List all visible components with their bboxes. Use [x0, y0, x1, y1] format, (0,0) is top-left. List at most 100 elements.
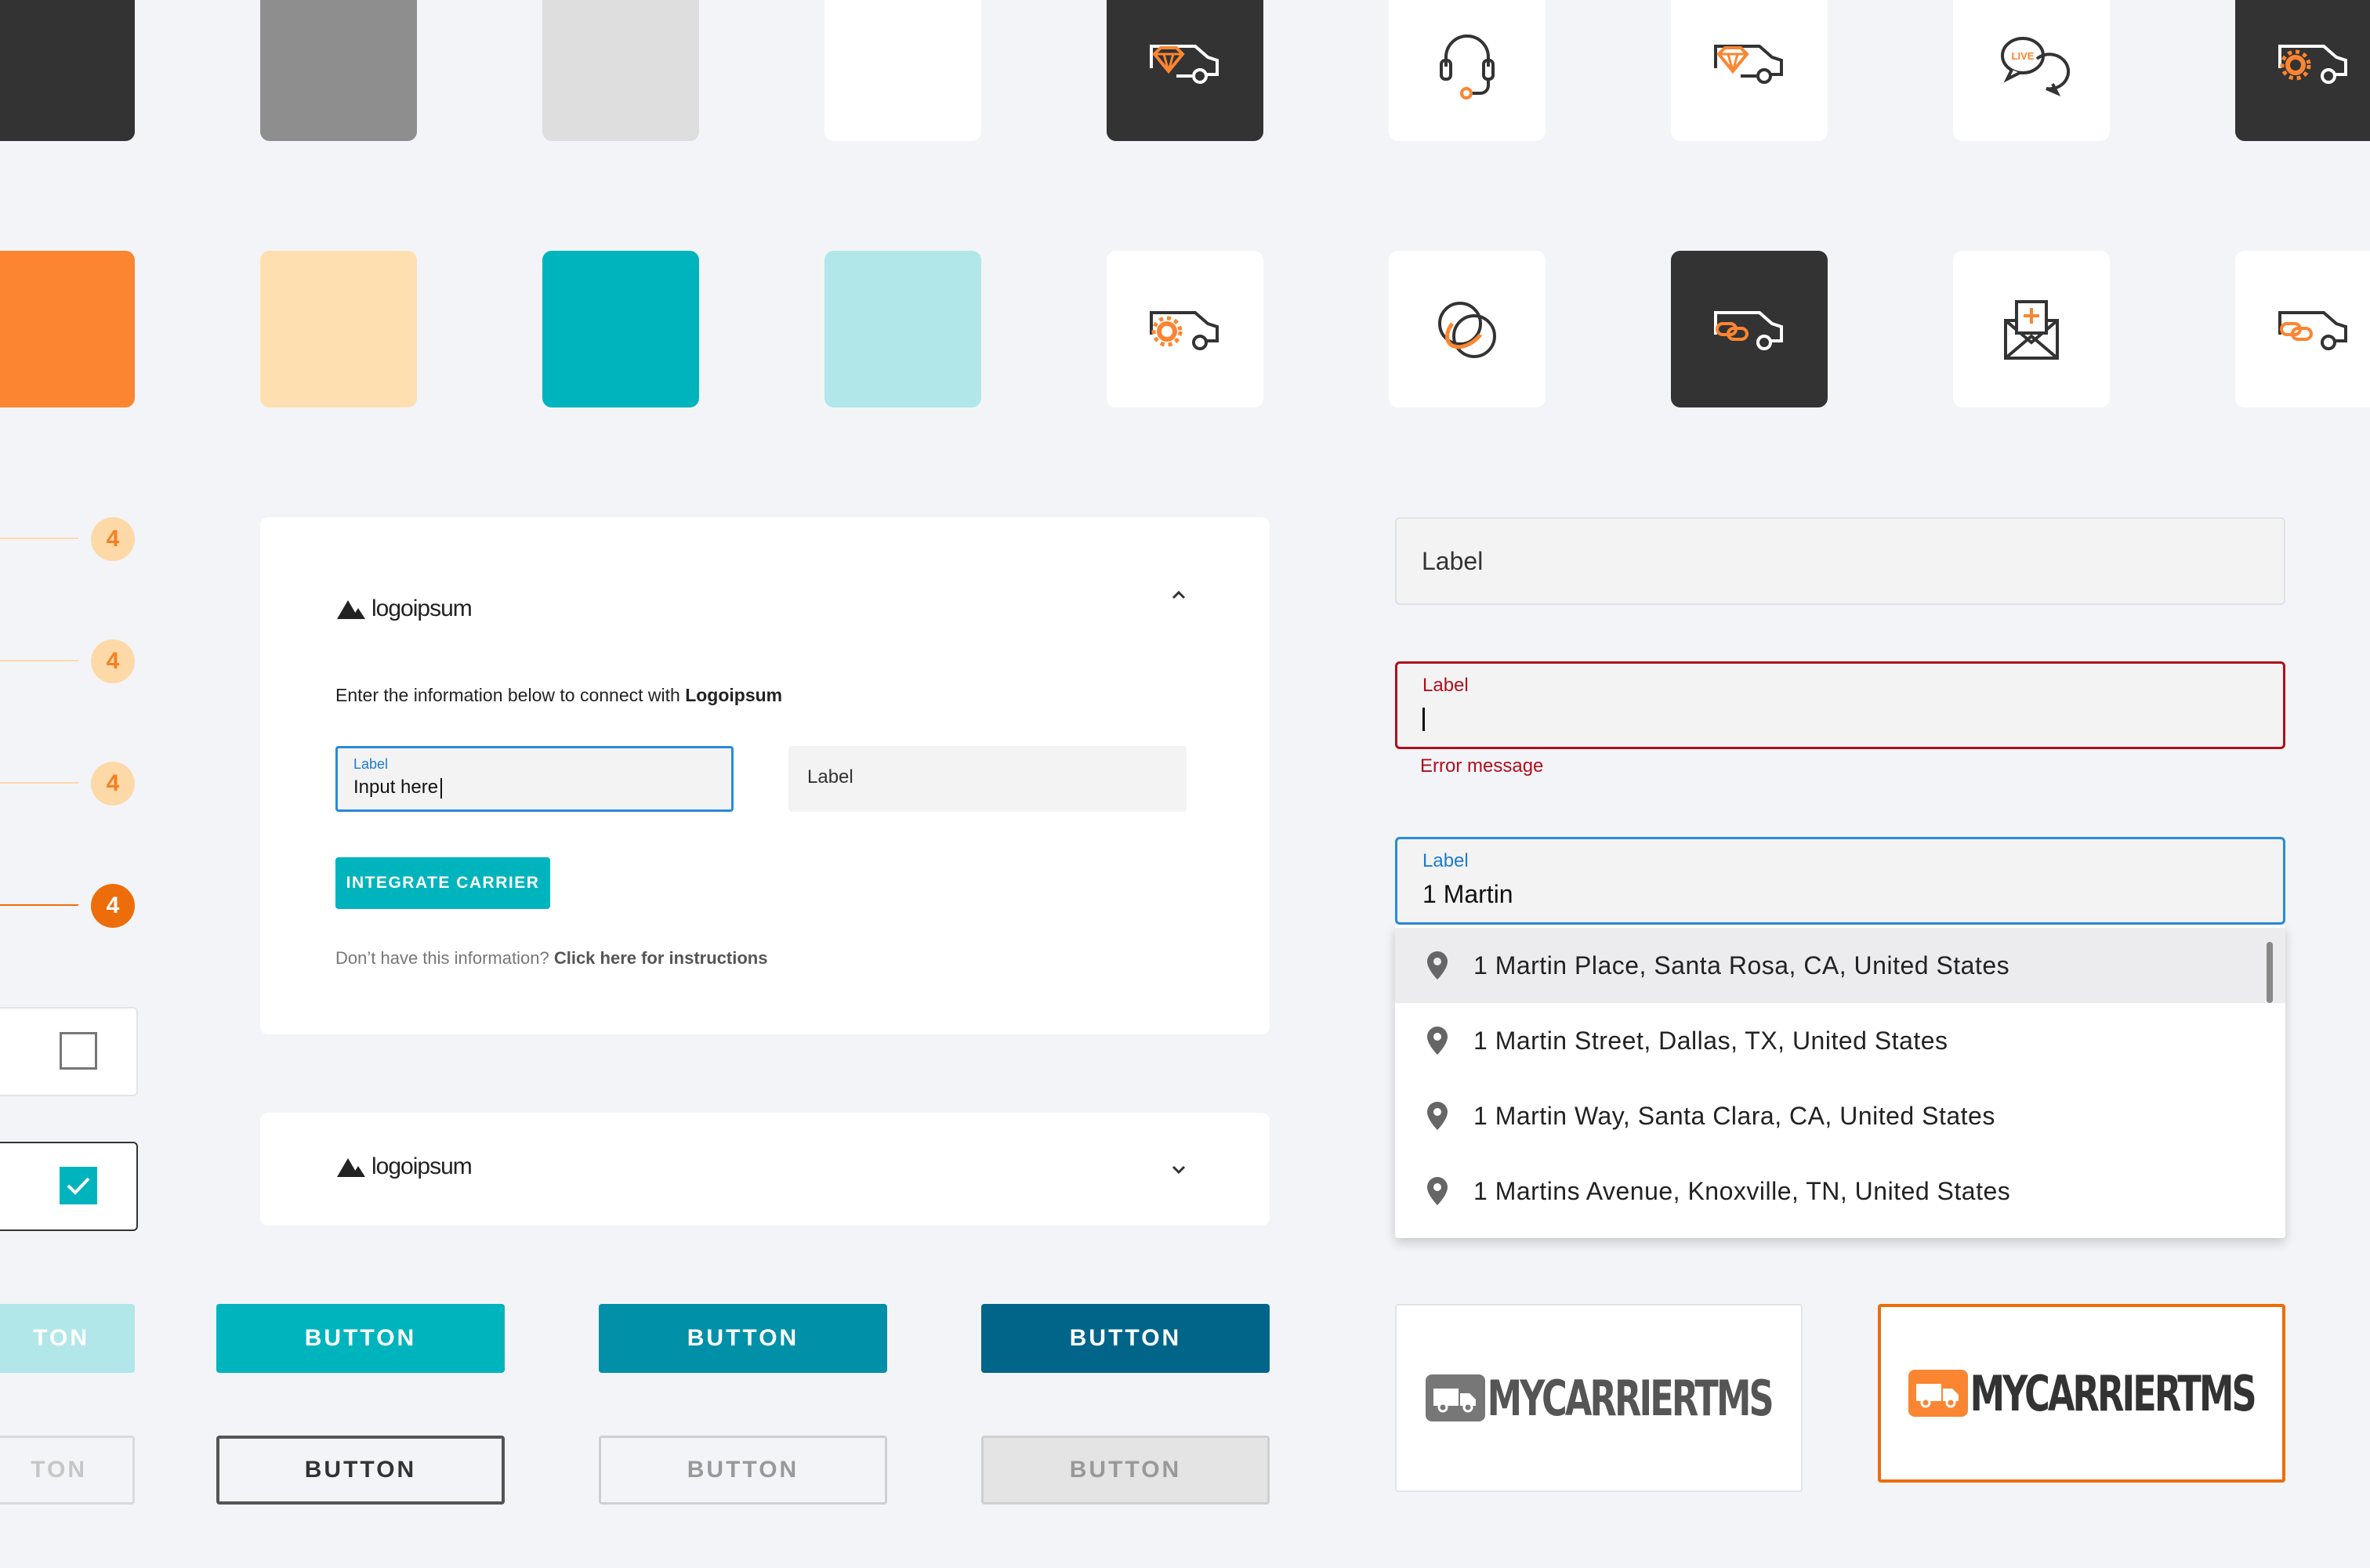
tile-mail-add — [1953, 251, 2110, 407]
step-connector — [0, 660, 78, 661]
text-field-error[interactable]: Label — [1395, 661, 2285, 749]
step-badge[interactable]: 4 — [91, 639, 135, 683]
button-partial-light[interactable]: TON — [0, 1304, 135, 1373]
checkbox-checked[interactable] — [60, 1167, 97, 1204]
address-suggestions-dropdown: 1 Martin Place, Santa Rosa, CA, United S… — [1395, 925, 2285, 1238]
headset-icon — [1440, 34, 1495, 100]
tile-live-chat: LIVE — [1953, 0, 2110, 141]
button-outline-light[interactable]: BUTTON — [599, 1436, 887, 1505]
suggestion-text: 1 Martin Place, Santa Rosa, CA, United S… — [1473, 951, 2010, 980]
brand-card-selected[interactable]: MYCARRIERTMS — [1878, 1304, 2285, 1483]
checkbox-card-checked[interactable] — [0, 1142, 138, 1231]
text-field-plain[interactable]: Label — [1395, 517, 2285, 605]
truck-logo-icon — [1425, 1374, 1485, 1421]
suggestion-text: 1 Martin Street, Dallas, TX, United Stat… — [1473, 1026, 1948, 1055]
location-pin-icon — [1427, 951, 1448, 980]
step-connector — [0, 538, 78, 539]
tile-headset — [1389, 0, 1546, 141]
logo-mark-icon — [337, 1158, 365, 1177]
suggestion-item[interactable]: 1 Martin Street, Dallas, TX, United Stat… — [1395, 1003, 2285, 1078]
button-primary-pressed[interactable]: BUTTON — [981, 1304, 1270, 1373]
checkbox-card-unchecked[interactable] — [0, 1007, 138, 1096]
intro-brand: Logoipsum — [685, 685, 783, 705]
chevron-up-icon[interactable] — [1169, 586, 1188, 605]
step-badge[interactable]: 4 — [91, 762, 135, 806]
checkmark-icon — [67, 1177, 90, 1195]
tile-truck-diamond — [1671, 0, 1828, 141]
location-pin-icon — [1427, 1027, 1448, 1055]
help-prefix: Don’t have this information? — [335, 948, 554, 968]
swatch-white — [824, 0, 981, 141]
chevron-down-icon[interactable] — [1169, 1160, 1188, 1179]
checkbox-unchecked[interactable] — [60, 1032, 97, 1070]
truck-gear-icon — [2278, 45, 2347, 84]
text-cursor — [440, 778, 442, 798]
field-label: Label — [1422, 675, 1469, 696]
intro-prefix: Enter the information below to connect w… — [335, 685, 686, 705]
swatch-orange — [0, 251, 135, 407]
swatch-gray — [260, 0, 417, 141]
input-field-empty[interactable]: Label — [788, 746, 1187, 812]
input-field-focused[interactable]: Label Input here — [335, 746, 734, 812]
tile-truck-diamond-dark — [1107, 0, 1263, 141]
tile-truck-link — [2235, 251, 2370, 407]
brand-wordmark: MYCARRIERTMS — [1487, 1369, 1774, 1427]
mail-add-icon — [2004, 300, 2059, 360]
logo-text: logoipsum — [371, 1153, 473, 1179]
suggestion-item[interactable]: 1 Martin Place, Santa Rosa, CA, United S… — [1395, 928, 2285, 1003]
logo-text: logoipsum — [371, 596, 473, 621]
suggestion-item[interactable]: 1 Martin Way, Santa Clara, CA, United St… — [1395, 1078, 2285, 1153]
step-badge-active[interactable]: 4 — [91, 884, 135, 928]
tile-truck-gear — [1107, 251, 1263, 407]
step-connector-active — [0, 904, 78, 906]
swatch-dark — [0, 0, 135, 141]
address-input[interactable]: Label 1 Martin — [1395, 837, 2285, 925]
suggestion-text: 1 Martins Avenue, Knoxville, TN, United … — [1473, 1176, 2011, 1205]
live-badge-text: LIVE — [2012, 50, 2035, 62]
truck-link-icon — [2278, 311, 2347, 350]
brand-card-default[interactable]: MYCARRIERTMS — [1395, 1304, 1803, 1492]
truck-diamond-icon — [1150, 45, 1219, 84]
swatch-teal — [542, 251, 699, 407]
intro-text: Enter the information below to connect w… — [335, 685, 782, 706]
error-message: Error message — [1420, 755, 1544, 777]
text-cursor — [1422, 708, 1425, 731]
tile-truck-gear-dark — [2235, 0, 2370, 141]
swatch-peach — [260, 251, 417, 407]
button-partial-outline[interactable]: TON — [0, 1436, 135, 1505]
integration-card-collapsed[interactable]: logoipsum — [260, 1113, 1270, 1226]
input-value: Input here — [353, 777, 439, 798]
overlap-circles-icon — [1438, 302, 1496, 358]
suggestion-item[interactable]: 1 Martins Avenue, Knoxville, TN, United … — [1395, 1153, 2285, 1229]
truck-logo-icon — [1908, 1370, 1968, 1417]
input-label: Label — [807, 766, 853, 788]
truck-diamond-icon — [1714, 45, 1783, 84]
location-pin-icon — [1427, 1102, 1448, 1130]
step-badge[interactable]: 4 — [91, 517, 135, 561]
button-primary[interactable]: BUTTON — [216, 1304, 505, 1373]
swatch-light-teal — [824, 251, 981, 407]
live-chat-icon: LIVE — [2001, 37, 2071, 96]
button-label: TON — [33, 1325, 89, 1351]
button-label: TON — [31, 1457, 87, 1483]
field-label: Label — [1422, 547, 1484, 575]
brand-wordmark: MYCARRIERTMS — [1970, 1364, 2256, 1422]
help-text: Don’t have this information? Click here … — [335, 948, 767, 969]
button-primary-hover[interactable]: BUTTON — [599, 1304, 887, 1373]
button-outline[interactable]: BUTTON — [216, 1436, 505, 1505]
tile-truck-link-dark — [1671, 251, 1828, 407]
truck-link-icon — [1714, 311, 1783, 350]
dropdown-scrollbar[interactable] — [2267, 942, 2273, 1003]
input-label: Label — [353, 756, 389, 772]
help-link[interactable]: Click here for instructions — [554, 948, 768, 968]
integrate-carrier-button[interactable]: INTEGRATE CARRIER — [335, 857, 550, 909]
step-connector — [0, 782, 78, 784]
field-label: Label — [1422, 850, 1469, 871]
truck-gear-icon — [1150, 311, 1219, 350]
integration-card-expanded: logoipsum Enter the information below to… — [260, 517, 1270, 1034]
tile-overlap-circles — [1389, 251, 1546, 407]
button-disabled[interactable]: BUTTON — [981, 1436, 1270, 1505]
location-pin-icon — [1427, 1177, 1448, 1205]
swatch-light-gray — [542, 0, 699, 141]
logo: logoipsum — [335, 1153, 473, 1180]
